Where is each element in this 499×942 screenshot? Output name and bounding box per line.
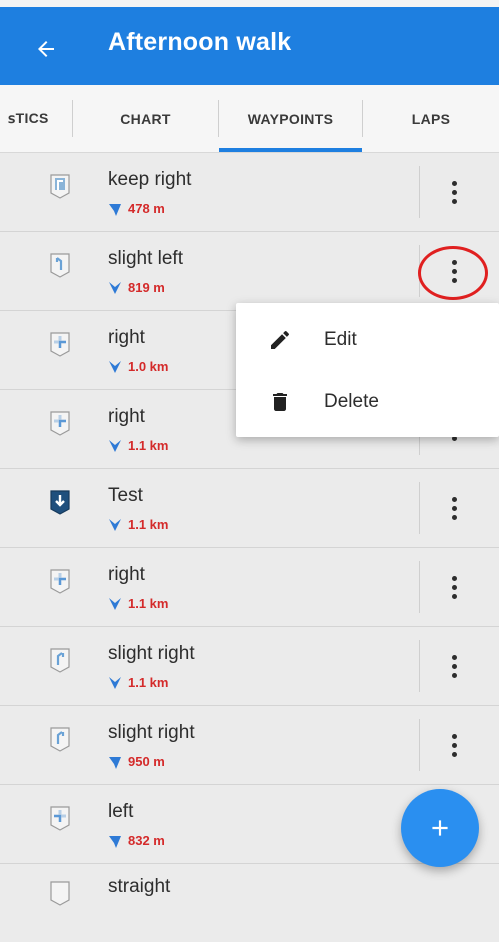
more-vert-icon	[451, 654, 457, 678]
list-item[interactable]: keep right 478 m	[0, 153, 499, 232]
direction-arrow-icon	[109, 204, 121, 216]
turn-right-icon	[50, 332, 70, 357]
add-waypoint-button[interactable]	[401, 789, 479, 867]
direction-arrow-icon	[109, 282, 121, 294]
more-options-button[interactable]	[432, 720, 476, 770]
direction-arrow-icon	[109, 440, 121, 452]
slight-right-icon	[50, 727, 70, 752]
list-item[interactable]: slight right 950 m	[0, 706, 499, 785]
row-divider	[419, 245, 420, 297]
list-item[interactable]: slight right 1.1 km	[0, 627, 499, 706]
more-options-button[interactable]	[432, 641, 476, 691]
tab-bar: ꜱTICS CHART WAYPOINTS LAPS	[0, 85, 499, 153]
active-tab-indicator	[219, 148, 362, 152]
plus-icon	[432, 820, 448, 836]
row-divider	[419, 719, 420, 771]
slight-left-icon	[50, 253, 70, 278]
direction-arrow-icon	[109, 836, 121, 848]
row-divider	[419, 561, 420, 613]
pencil-icon	[271, 330, 290, 349]
arrow-left-icon	[38, 41, 54, 57]
tab-statistics[interactable]: ꜱTICS	[0, 85, 62, 152]
context-menu: Edit Delete	[236, 303, 499, 437]
more-options-button[interactable]	[432, 167, 476, 217]
row-divider	[419, 166, 420, 218]
list-item[interactable]: slight left 819 m	[0, 232, 499, 311]
app-bar: Afternoon walk	[0, 7, 499, 85]
menu-item-delete[interactable]: Delete	[236, 373, 499, 431]
list-item[interactable]: straight	[0, 864, 499, 942]
more-options-button[interactable]	[432, 562, 476, 612]
more-vert-icon	[451, 180, 457, 204]
menu-item-edit[interactable]: Edit	[236, 311, 499, 369]
back-button[interactable]	[28, 31, 64, 67]
more-vert-icon	[451, 496, 457, 520]
list-item[interactable]: right 1.1 km	[0, 548, 499, 627]
list-item[interactable]: Test 1.1 km	[0, 469, 499, 548]
straight-icon	[50, 881, 70, 906]
row-divider	[419, 640, 420, 692]
direction-arrow-icon	[109, 757, 121, 769]
status-strip	[0, 0, 499, 7]
more-options-button[interactable]	[432, 246, 476, 296]
direction-arrow-icon	[109, 598, 121, 610]
download-waypoint-icon	[50, 490, 70, 515]
trash-icon	[273, 393, 287, 411]
page-title: Afternoon walk	[108, 28, 292, 56]
turn-left-icon	[50, 806, 70, 831]
keep-right-icon	[50, 174, 70, 199]
row-divider	[419, 482, 420, 534]
more-options-button[interactable]	[432, 483, 476, 533]
turn-right-icon	[50, 411, 70, 436]
direction-arrow-icon	[109, 677, 121, 689]
more-vert-icon	[451, 259, 457, 283]
direction-arrow-icon	[109, 361, 121, 373]
slight-right-icon	[50, 648, 70, 673]
direction-arrow-icon	[109, 519, 121, 531]
tab-waypoints[interactable]: WAYPOINTS	[219, 85, 362, 152]
turn-right-icon	[50, 569, 70, 594]
tab-chart[interactable]: CHART	[73, 85, 218, 152]
more-vert-icon	[451, 733, 457, 757]
tab-laps[interactable]: LAPS	[363, 85, 499, 152]
more-vert-icon	[451, 575, 457, 599]
